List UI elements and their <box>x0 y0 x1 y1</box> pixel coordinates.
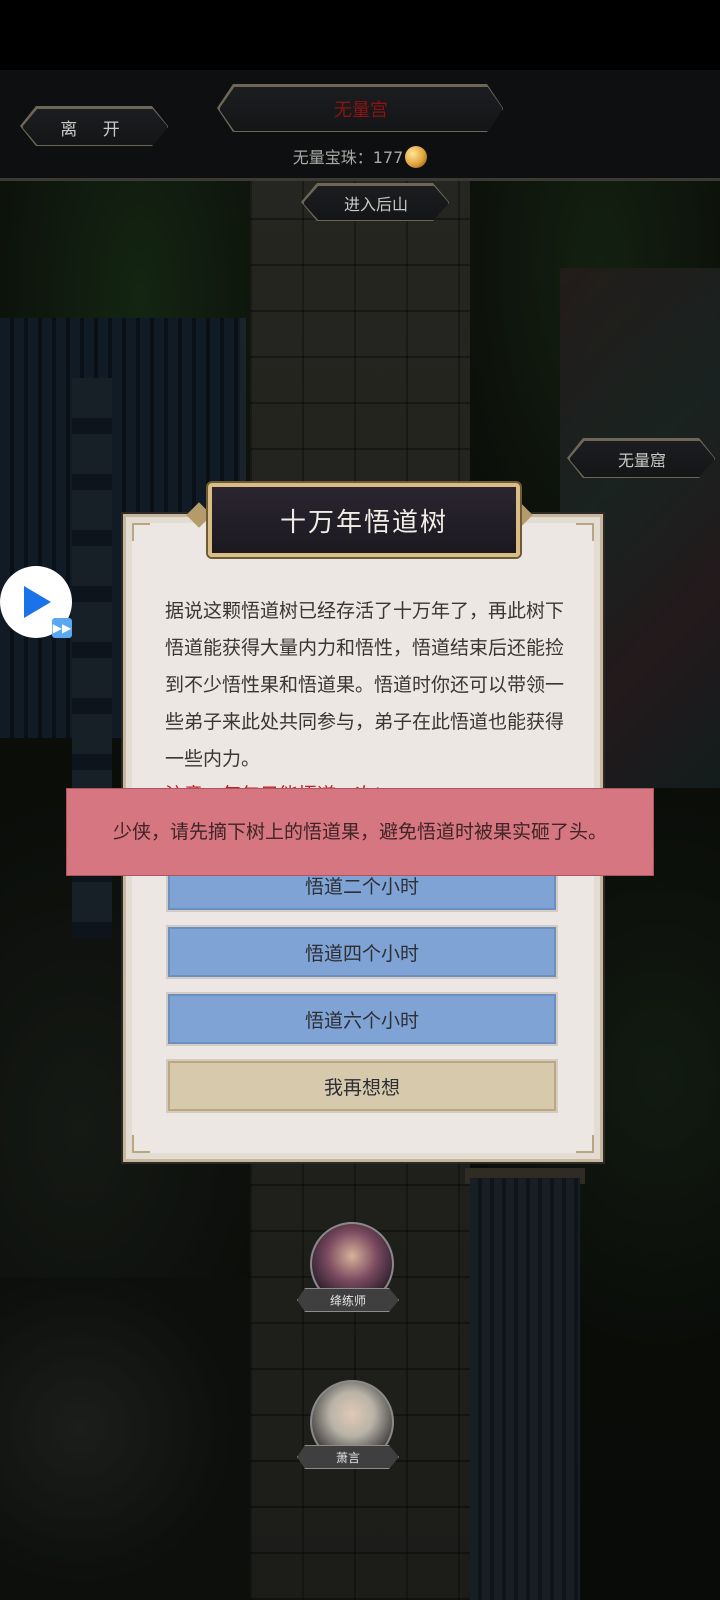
location-title: 无量宫 <box>219 86 503 132</box>
meditate-4h-button[interactable]: 悟道四个小时 <box>166 925 558 979</box>
toast-message: 少侠，请先摘下树上的悟道果，避免悟道时被果实砸了头。 <box>66 788 654 876</box>
corner-ornament <box>132 523 150 541</box>
currency-display: 无量宝珠：177 <box>0 144 720 168</box>
fast-forward-icon: ▶▶ <box>52 618 72 638</box>
cave-button[interactable]: 无量窟 <box>569 440 715 478</box>
leave-button[interactable]: 离 开 <box>22 108 168 146</box>
play-icon <box>24 586 51 618</box>
corner-ornament <box>576 523 594 541</box>
meditate-6h-button[interactable]: 悟道六个小时 <box>166 992 558 1046</box>
corner-ornament <box>132 1135 150 1153</box>
corner-ornament <box>576 1135 594 1153</box>
enter-mountain-button[interactable]: 进入后山 <box>303 185 449 221</box>
dialog-description: 据说这颗悟道树已经存活了十万年了，再此树下悟道能获得大量内力和悟性，悟道结束后还… <box>165 600 565 770</box>
pearl-icon <box>405 146 428 168</box>
cancel-button[interactable]: 我再想想 <box>166 1059 558 1113</box>
status-bar <box>0 0 720 70</box>
npc-name-label: 绛练师 <box>297 1288 399 1312</box>
currency-label: 无量宝珠：177 <box>292 148 404 167</box>
npc-name-label: 萧言 <box>297 1445 399 1469</box>
dialog-title: 十万年悟道树 <box>208 483 520 557</box>
